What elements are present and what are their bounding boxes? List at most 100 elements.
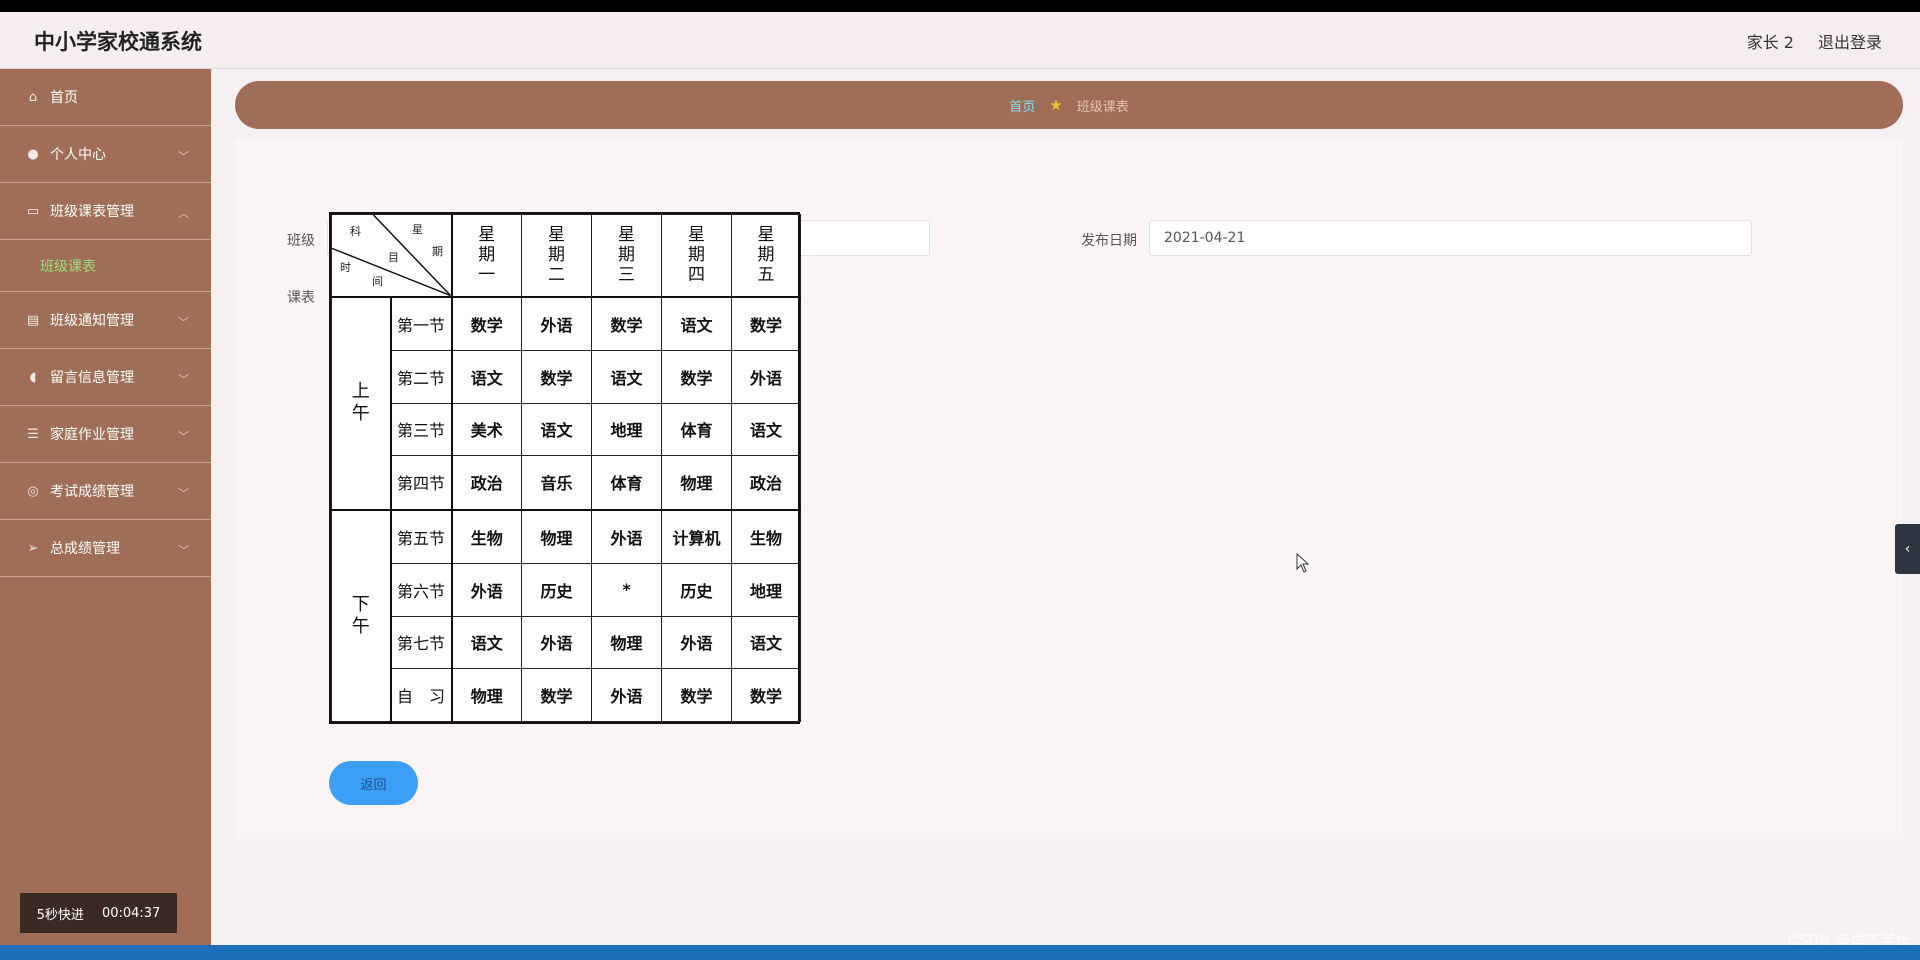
course-cell: 语文: [731, 402, 801, 457]
home-icon: ⌂: [28, 89, 38, 105]
course-cell: *: [591, 562, 662, 617]
date-field[interactable]: 2021-04-21: [1149, 220, 1752, 256]
top-bar: 中小学家校通系统 家长 2 退出登录: [0, 12, 1920, 69]
course-cell: 语文: [521, 402, 592, 457]
course-cell: 政治: [451, 455, 522, 510]
course-cell: 地理: [591, 402, 662, 457]
course-cell: 数学: [451, 296, 522, 351]
course-cell: 数学: [521, 668, 592, 722]
course-cell: 数学: [661, 349, 732, 404]
table-row: 下午 第五节 生物 物理 外语 计算机 生物: [331, 508, 801, 722]
date-label: 发布日期: [1081, 233, 1137, 249]
course-cell: 语文: [451, 349, 522, 404]
period-label: 第五节: [390, 508, 453, 564]
sidebar-item-exam-management[interactable]: ◎ 考试成绩管理 ﹀: [0, 463, 211, 520]
timer-label: 5秒快进: [36, 907, 84, 923]
course-cell: 外语: [451, 562, 522, 617]
sidebar-item-label: 班级课表: [40, 258, 96, 275]
period-label: 第二节: [390, 349, 453, 404]
user-icon: ●: [27, 146, 39, 162]
monitor-icon: ▭: [26, 203, 40, 219]
day-header: 星期四: [661, 214, 732, 298]
period-label: 第七节: [390, 615, 453, 670]
course-cell: 生物: [451, 508, 522, 564]
course-cell: 体育: [661, 402, 732, 457]
course-cell: 语文: [731, 615, 801, 670]
target-icon: ◎: [27, 483, 39, 499]
day-header: 星期五: [731, 214, 801, 298]
course-cell: 外语: [661, 615, 732, 670]
sidebar-item-schedule-management[interactable]: ▭ 班级课表管理 ︿: [0, 183, 211, 240]
period-label: 第三节: [390, 402, 453, 457]
course-cell: 语文: [661, 296, 732, 351]
corner-time-a: 时: [340, 261, 351, 274]
logout-link[interactable]: 退出登录: [1818, 29, 1882, 53]
chevron-down-icon: ﹀: [178, 373, 189, 386]
notice-icon: ▤: [26, 312, 40, 328]
table-row: 上午 第一节 数学 外语 数学 语文 数学: [331, 296, 801, 510]
afternoon-label: 下午: [331, 508, 392, 722]
sidebar-item-label: 家庭作业管理: [50, 427, 134, 443]
sidebar-item-label: 考试成绩管理: [50, 484, 134, 500]
course-cell: 物理: [521, 508, 592, 564]
back-button[interactable]: 返回: [329, 761, 418, 805]
day-header: 星期二: [521, 214, 592, 298]
corner-week-b: 期: [432, 245, 443, 258]
chevron-left-icon[interactable]: ‹: [1895, 524, 1920, 574]
sidebar-item-homework-management[interactable]: ☰ 家庭作业管理 ﹀: [0, 406, 211, 463]
course-cell: 美术: [451, 402, 522, 457]
course-cell: 物理: [451, 668, 522, 722]
sidebar-item-home[interactable]: ⌂ 首页: [0, 69, 211, 126]
course-cell: 生物: [731, 508, 801, 564]
course-cell: 外语: [521, 296, 592, 351]
corner-week-a: 星: [412, 223, 423, 236]
sidebar-item-label: 首页: [50, 90, 78, 106]
sidebar-item-label: 班级课表管理: [50, 204, 134, 220]
corner-subject-b: 目: [388, 251, 399, 264]
course-cell: 历史: [661, 562, 732, 617]
corner-header: 科 目 星 期 时 间: [331, 214, 453, 298]
table-row: 第四节 政治 音乐 体育 物理 政治: [332, 455, 801, 510]
chevron-up-icon: ︿: [178, 207, 189, 220]
mouse-cursor-icon: [1296, 553, 1310, 573]
course-cell: 数学: [731, 296, 801, 351]
sidebar-item-notice-management[interactable]: ▤ 班级通知管理 ﹀: [0, 292, 211, 349]
table-row: 第二节 语文 数学 语文 数学 外语: [332, 349, 801, 404]
breadcrumb-current: 班级课表: [1076, 99, 1129, 115]
course-cell: 数学: [661, 668, 732, 722]
breadcrumb: 首页 ★ 班级课表: [235, 81, 1903, 129]
corner-time-b: 间: [372, 275, 383, 288]
course-cell: 外语: [521, 615, 592, 670]
chevron-down-icon: ﹀: [178, 316, 189, 329]
sidebar-item-label: 班级通知管理: [50, 313, 134, 329]
user-name[interactable]: 家长 2: [1747, 29, 1794, 53]
sidebar-subitem-class-schedule[interactable]: 班级课表: [0, 240, 211, 292]
course-cell: 物理: [591, 615, 662, 670]
schedule-image: 科 目 星 期 时 间 星期一 星期二 星期三 星期四 星期五 上午 第一节 数…: [329, 212, 801, 724]
chevron-down-icon: ﹀: [178, 430, 189, 443]
star-icon: ★: [1049, 96, 1063, 114]
content-panel: 班级 初一（2）班 发布日期 2021-04-21 课表 科: [235, 139, 1903, 839]
table-row: 第七节 语文 外语 物理 外语 语文: [332, 615, 801, 670]
schedule-label: 课表: [287, 290, 315, 306]
day-header: 星期三: [591, 214, 662, 298]
sidebar-item-total-score-management[interactable]: ➢ 总成绩管理 ﹀: [0, 520, 211, 577]
period-label: 自 习: [390, 668, 453, 722]
course-cell: 语文: [451, 615, 522, 670]
course-cell: 数学: [591, 296, 662, 351]
breadcrumb-home[interactable]: 首页: [1009, 96, 1035, 115]
course-cell: 数学: [731, 668, 801, 722]
video-timer: 5秒快进 00:04:37: [20, 893, 177, 933]
course-cell: 历史: [521, 562, 592, 617]
sidebar-item-label: 留言信息管理: [50, 370, 134, 386]
sidebar-item-profile[interactable]: ● 个人中心 ﹀: [0, 126, 211, 183]
chevron-down-icon: ﹀: [178, 487, 189, 500]
sidebar-item-label: 个人中心: [50, 147, 106, 163]
morning-label: 上午: [331, 296, 392, 510]
course-cell: 物理: [661, 455, 732, 510]
sidebar-item-message-management[interactable]: ◖ 留言信息管理 ﹀: [0, 349, 211, 406]
course-cell: 音乐: [521, 455, 592, 510]
chevron-down-icon: ﹀: [178, 544, 189, 557]
period-label: 第一节: [390, 296, 453, 351]
course-cell: 数学: [521, 349, 592, 404]
